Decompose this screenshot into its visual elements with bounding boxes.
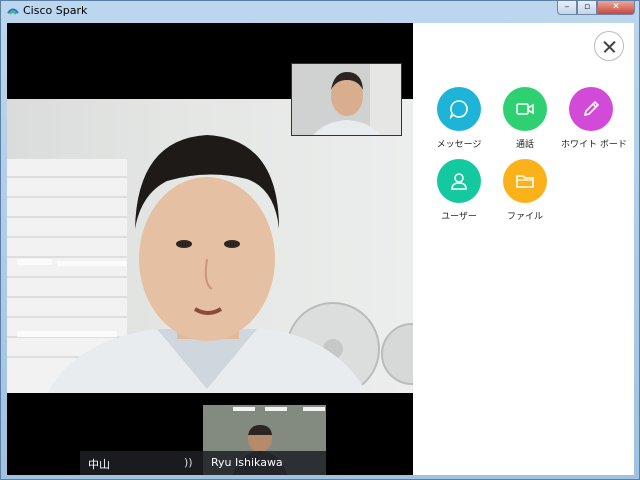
user-icon xyxy=(437,159,481,203)
message-icon xyxy=(437,87,481,131)
action-whiteboard-label: ホワイト ボード xyxy=(561,140,627,150)
meeting-content: 中山 )) Ryu Ishikawa メッセージ 通話 ホワイト ボード ユーザ… xyxy=(7,23,634,475)
audio-speaking-icon: )) xyxy=(184,456,193,469)
self-view-video[interactable] xyxy=(291,63,402,136)
action-users-label: ユーザー xyxy=(441,212,477,222)
action-files[interactable]: ファイル xyxy=(495,159,555,222)
action-files-label: ファイル xyxy=(506,212,543,222)
action-message[interactable]: メッセージ xyxy=(429,87,489,150)
participant-name-bar: 中山 )) Ryu Ishikawa xyxy=(80,451,326,475)
app-window: Cisco Spark – ▫ ✕ 中山)) Ryu Ishikawa メッセ… xyxy=(0,0,640,480)
participant-name-right: Ryu Ishikawa xyxy=(211,456,283,469)
folder-icon xyxy=(503,159,547,203)
pencil-icon xyxy=(569,87,613,131)
window-title: Cisco Spark xyxy=(23,4,88,17)
action-message-label: メッセージ xyxy=(436,140,482,150)
main-video[interactable] xyxy=(7,99,413,393)
title-bar[interactable]: Cisco Spark – ▫ ✕ xyxy=(1,1,639,22)
app-logo-icon xyxy=(7,8,19,15)
window-controls: – ▫ ✕ xyxy=(557,1,635,15)
self-view-image xyxy=(292,64,401,135)
minimize-button[interactable]: – xyxy=(557,1,577,15)
video-icon xyxy=(503,87,547,131)
main-video-image xyxy=(7,135,413,393)
close-panel-button[interactable] xyxy=(594,31,624,61)
close-window-button[interactable]: ✕ xyxy=(597,1,635,15)
action-call[interactable]: 通話 xyxy=(495,87,555,150)
video-area: 中山 )) Ryu Ishikawa xyxy=(7,23,413,475)
maximize-button[interactable]: ▫ xyxy=(577,1,597,15)
actions-panel: メッセージ 通話 ホワイト ボード ユーザー ファイル xyxy=(413,23,634,475)
participant-name-left: 中山 xyxy=(88,458,110,471)
action-users[interactable]: ユーザー xyxy=(429,159,489,222)
action-whiteboard[interactable]: ホワイト ボード xyxy=(561,87,627,150)
action-call-label: 通話 xyxy=(515,140,534,150)
